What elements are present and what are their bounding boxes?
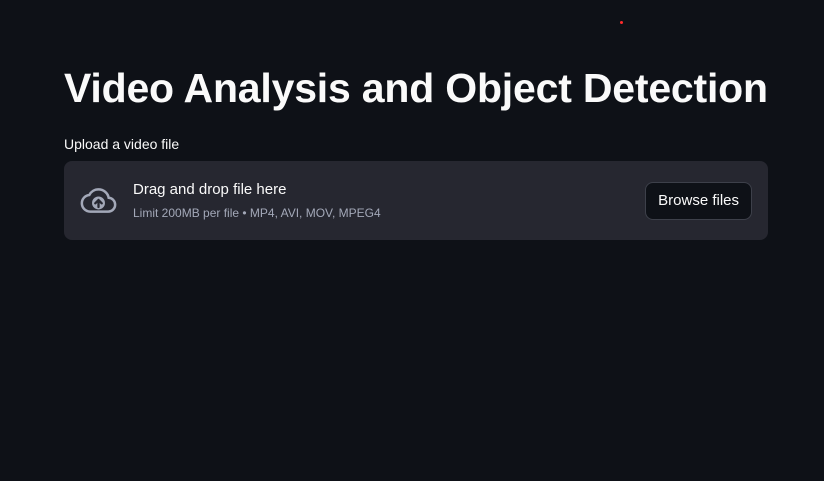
running-status-indicator bbox=[620, 21, 623, 24]
main-content: Video Analysis and Object Detection Uplo… bbox=[64, 62, 768, 240]
browse-files-button[interactable]: Browse files bbox=[645, 181, 752, 220]
cloud-upload-icon bbox=[80, 182, 117, 219]
app-page: Video Analysis and Object Detection Uplo… bbox=[0, 0, 824, 481]
uploader-label: Upload a video file bbox=[64, 136, 180, 152]
file-dropzone[interactable]: Drag and drop file here Limit 200MB per … bbox=[64, 161, 768, 240]
page-title: Video Analysis and Object Detection bbox=[64, 65, 768, 111]
dropzone-text: Drag and drop file here Limit 200MB per … bbox=[133, 180, 645, 222]
dropzone-instructions: Drag and drop file here bbox=[133, 180, 287, 198]
dropzone-file-limit: Limit 200MB per file • MP4, AVI, MOV, MP… bbox=[133, 205, 381, 220]
